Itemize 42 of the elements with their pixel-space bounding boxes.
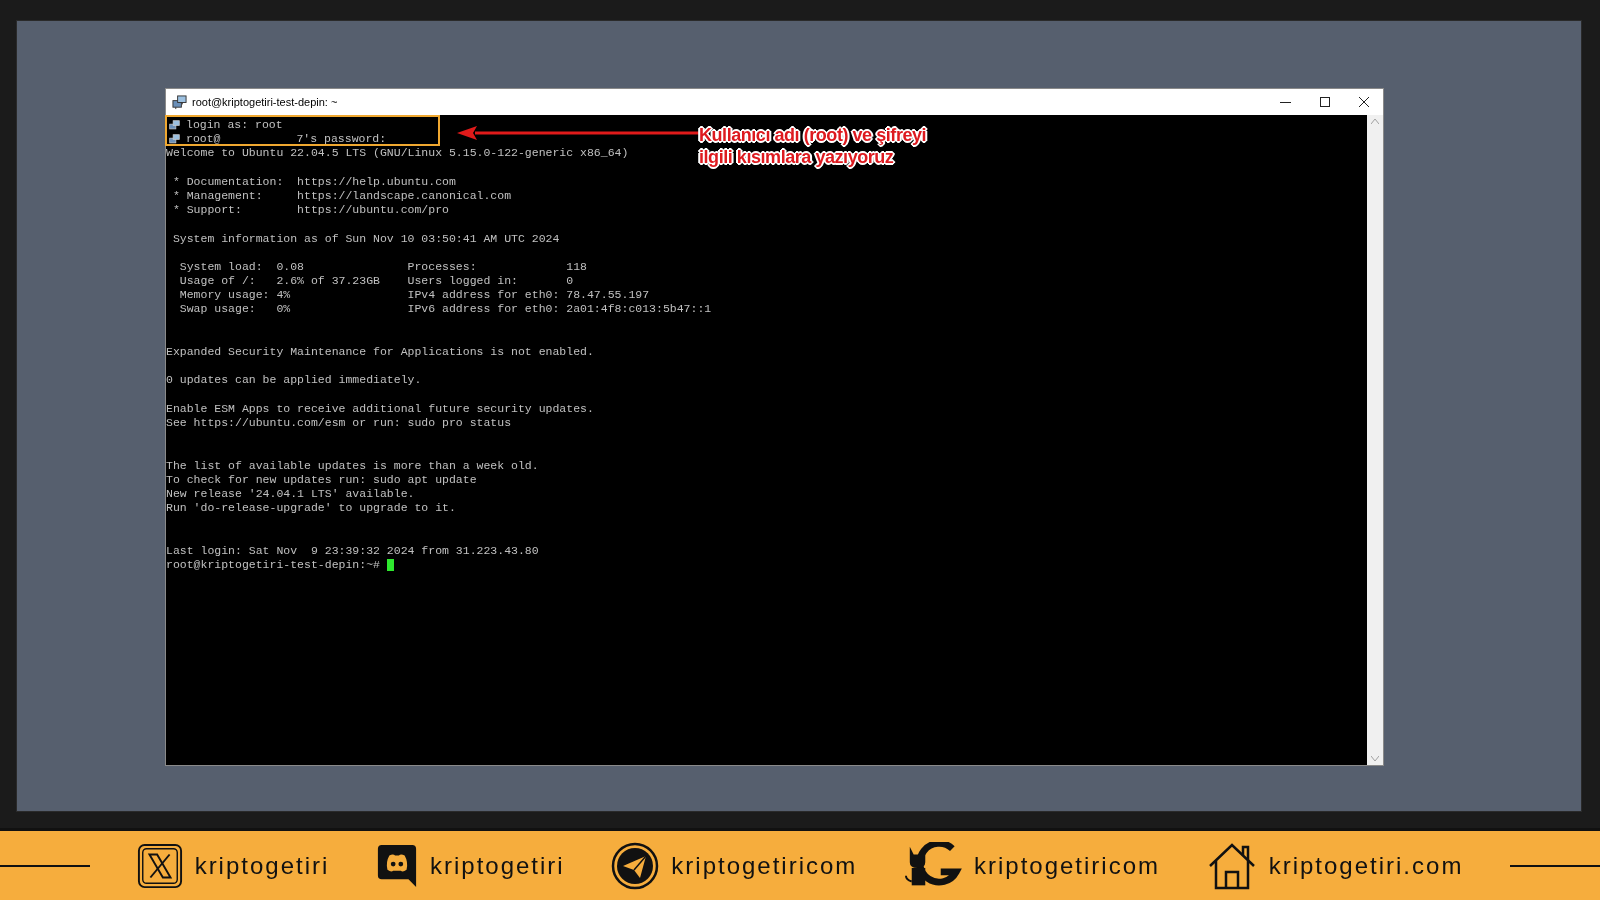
social-link[interactable]: kriptogetiri [375,842,565,889]
social-link[interactable]: kriptogetiri.com [1206,841,1464,890]
terminal-line: See https://ubuntu.com/esm or run: sudo pro status [166,415,512,431]
terminal-line: System information as of Sun Nov 10 03:50:41 AM UTC 2024 [171,231,560,246]
terminal-line: root@ 7's password: [186,132,387,147]
terminal-line: Memory usage: 4% IPv4 address for eth0: 78.47.55.197 [178,288,650,303]
terminal-line: Run 'do-release-upgrade' to upgrade to it. [166,501,456,516]
close-icon [1358,97,1369,107]
window-title: root@kriptogetiri-test-depin: ~ [192,94,338,110]
chat-bubble-icon [375,842,418,889]
maximize-icon [1319,97,1330,107]
terminal-line: * Support: https://ubuntu.com/pro [171,203,449,218]
paper-plane-icon [611,841,660,890]
scroll-up-icon[interactable] [1371,119,1379,124]
scroll-down-icon[interactable] [1371,756,1379,761]
terminal-line: 0 updates can be applied immediately. [166,373,422,388]
scrollbar[interactable] [1367,115,1383,765]
x-logo-icon [136,842,183,889]
session-icon [169,119,180,131]
terminal-line: New release '24.04.1 LTS' available. [166,486,415,502]
annotation-text: ilgili kısımlara yazıyoruz [699,146,895,168]
terminal-line: To check for new updates run: sudo apt update [166,472,477,487]
shell-prompt: root@kriptogetiri-test-depin:~# [166,557,381,572]
terminal-app-icon [172,94,187,110]
annotation-text: Kullanıcı adı (root) ve şifreyi [699,124,927,146]
social-link[interactable]: kriptogetiricom [904,841,1161,890]
social-link[interactable]: kriptogetiri [136,842,330,889]
terminal-line: Usage of /: 2.6% of 37.23GB Users logged in: 0 [178,274,574,289]
terminal-line: Last login: Sat Nov 9 23:39:32 2024 from 31.223.43.80 [166,543,539,558]
terminal-line: Enable ESM Apps to receive additional future security updates. [166,401,594,416]
cursor [386,558,394,571]
terminal-line: The list of available updates is more than a week old. [166,458,539,473]
session-icon [169,133,180,145]
terminal-line: login as: root [186,118,283,133]
minimize-icon [1280,101,1291,103]
terminal-line: Swap usage: 0% IPv6 address for eth0: 2a01:4f8:c013:5b47::1 [178,302,712,317]
terminal-line: Welcome to Ubuntu 22.04.5 LTS (GNU/Linux 5.15.0-122-generic x86_64) [166,146,629,161]
terminal-line: Expanded Security Maintenance for Applications is not enabled. [166,345,594,360]
terminal-line: * Management: https://landscape.canonical.com [171,188,512,204]
social-link[interactable]: kriptogetiricom [611,841,858,890]
terminal-line: System load: 0.08 Processes: 118 [178,259,587,275]
terminal-line: * Documentation: https://help.ubuntu.com [171,174,456,189]
